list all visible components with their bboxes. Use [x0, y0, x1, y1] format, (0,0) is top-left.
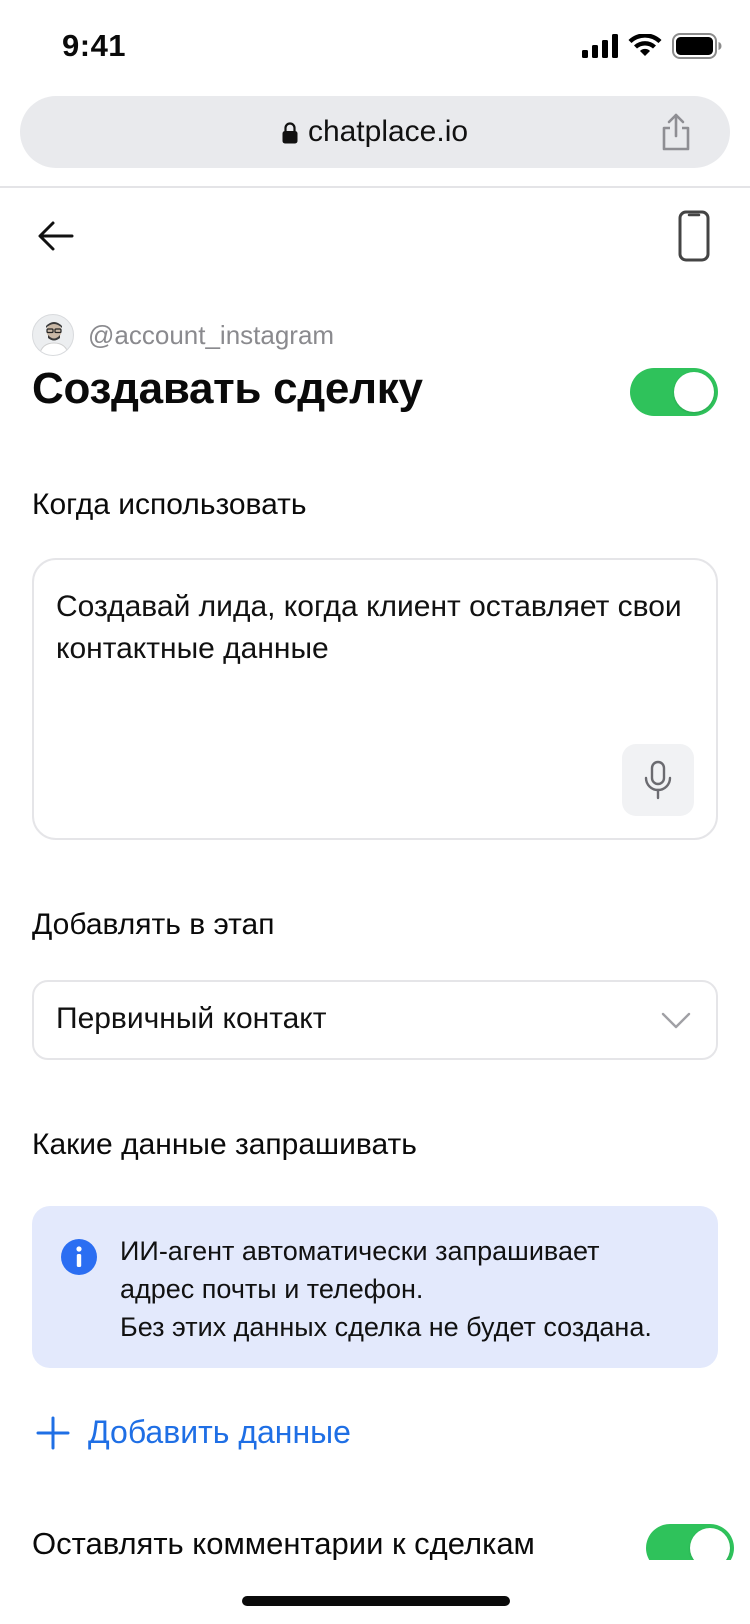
info-line: Без этих данных сделка не будет создана. — [120, 1312, 652, 1342]
info-line: адрес почты и телефон. — [120, 1274, 424, 1304]
add-data-button[interactable]: Добавить данные — [36, 1414, 351, 1451]
stage-label: Добавлять в этап — [32, 908, 275, 941]
browser-divider — [0, 186, 750, 188]
bottom-safe-area — [0, 1560, 750, 1624]
create-deal-toggle[interactable] — [630, 368, 718, 416]
home-indicator[interactable] — [242, 1596, 510, 1606]
lock-icon — [282, 122, 298, 144]
add-data-label: Добавить данные — [88, 1414, 351, 1450]
account-row: @account_instagram — [32, 314, 334, 356]
info-icon — [61, 1239, 97, 1275]
url-text: chatplace.io — [307, 115, 469, 148]
status-time: 9:41 — [62, 28, 127, 63]
stage-selected-value: Первичный контакт — [56, 1002, 327, 1035]
url-display: chatplace.io — [20, 96, 730, 168]
status-bar: 9:41 — [0, 0, 750, 92]
microphone-icon — [644, 760, 672, 800]
plus-icon — [36, 1416, 70, 1449]
account-handle: @account_instagram — [88, 319, 335, 350]
chevron-down-icon — [661, 1012, 691, 1029]
battery-icon — [672, 33, 722, 59]
wifi-icon — [628, 34, 662, 56]
share-icon[interactable] — [660, 112, 692, 152]
info-line: ИИ-агент автоматически запрашивает — [120, 1236, 600, 1266]
page: 9:41 chatplace.io @account_instagram Соз… — [0, 0, 750, 1624]
toggle-knob — [674, 372, 714, 412]
browser-url-bar[interactable]: chatplace.io — [20, 96, 730, 168]
status-icons — [582, 32, 722, 60]
avatar — [32, 314, 74, 356]
info-text: ИИ-агент автоматически запрашивает адрес… — [120, 1232, 700, 1346]
when-to-use-label: Когда использовать — [32, 488, 307, 521]
cellular-signal-icon — [582, 34, 618, 58]
back-arrow-icon[interactable] — [36, 216, 76, 256]
voice-input-button[interactable] — [622, 744, 694, 816]
phone-preview-icon[interactable] — [678, 210, 710, 262]
when-to-use-textarea[interactable]: Создавай лида, когда клиент оставляет св… — [32, 558, 718, 840]
requested-data-label: Какие данные запрашивать — [32, 1128, 417, 1161]
comments-label: Оставлять комментарии к сделкам — [32, 1526, 535, 1561]
when-to-use-text[interactable]: Создавай лида, когда клиент оставляет св… — [56, 586, 696, 670]
info-notice: ИИ-агент автоматически запрашивает адрес… — [32, 1206, 718, 1368]
stage-select[interactable]: Первичный контакт — [32, 980, 718, 1060]
page-title: Создавать сделку — [32, 364, 423, 413]
